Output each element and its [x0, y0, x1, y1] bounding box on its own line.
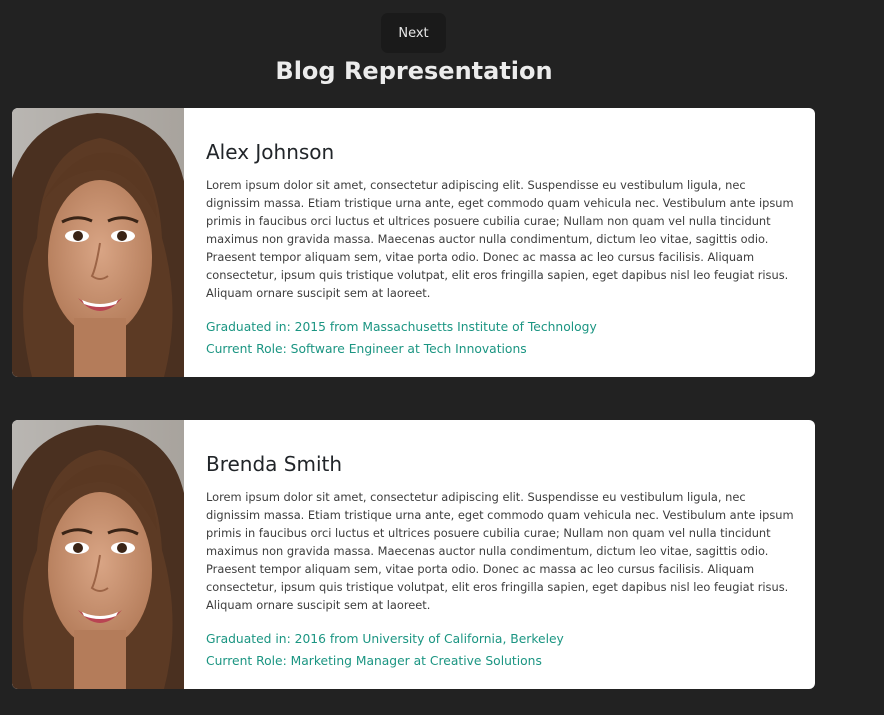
author-bio: Lorem ipsum dolor sit amet, consectetur …: [206, 490, 794, 612]
current-role: Current Role: Marketing Manager at Creat…: [206, 654, 542, 668]
author-bio: Lorem ipsum dolor sit amet, consectetur …: [206, 178, 794, 300]
blog-card: Brenda Smith Lorem ipsum dolor sit amet,…: [12, 420, 815, 689]
current-role: Current Role: Software Engineer at Tech …: [206, 342, 527, 356]
page-title: Blog Representation: [275, 57, 553, 85]
graduation-info: Graduated in: 2016 from University of Ca…: [206, 632, 564, 646]
next-button[interactable]: Next: [381, 13, 446, 53]
page: Next Blog Representation Alex Johnson Lo…: [0, 0, 884, 715]
blog-card: Alex Johnson Lorem ipsum dolor sit amet,…: [12, 108, 815, 377]
author-name: Alex Johnson: [206, 140, 335, 164]
author-photo: [12, 420, 184, 689]
card-body: Brenda Smith Lorem ipsum dolor sit amet,…: [184, 420, 815, 689]
author-name: Brenda Smith: [206, 452, 343, 476]
author-photo: [12, 108, 184, 377]
graduation-info: Graduated in: 2015 from Massachusetts In…: [206, 320, 597, 334]
card-body: Alex Johnson Lorem ipsum dolor sit amet,…: [184, 108, 815, 377]
